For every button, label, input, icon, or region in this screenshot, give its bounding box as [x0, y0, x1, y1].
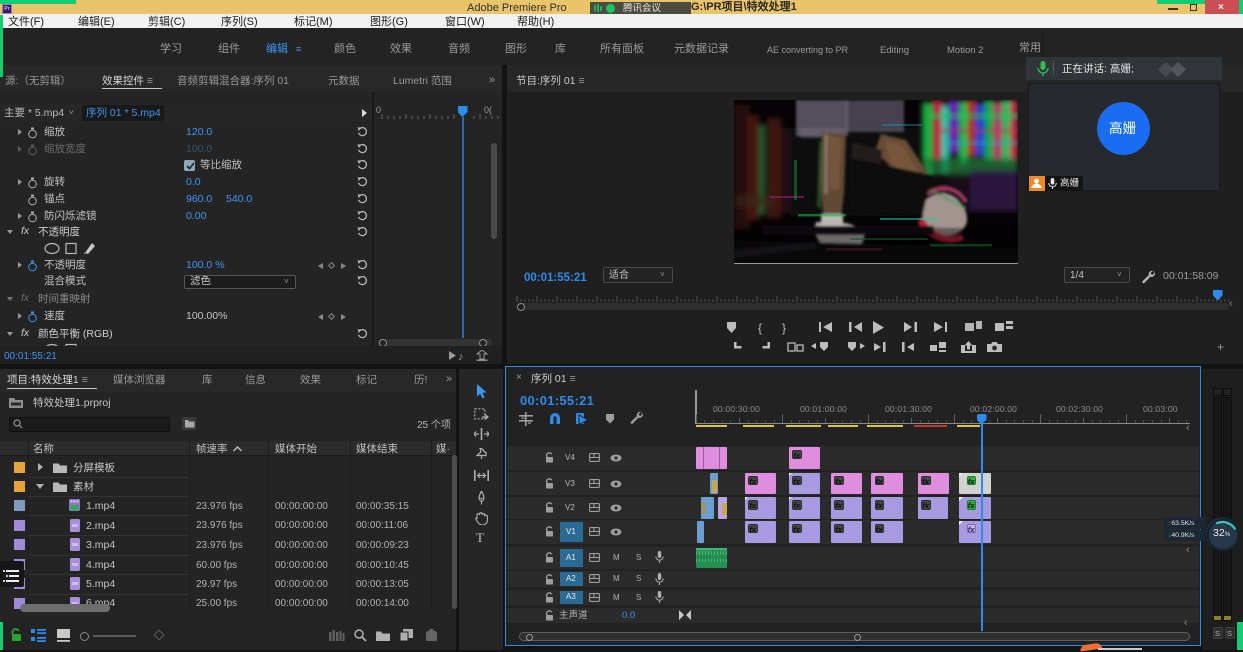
svg-text:♪: ♪: [458, 351, 464, 361]
svg-text:{: {: [758, 321, 762, 335]
svg-text:}: }: [782, 321, 786, 335]
